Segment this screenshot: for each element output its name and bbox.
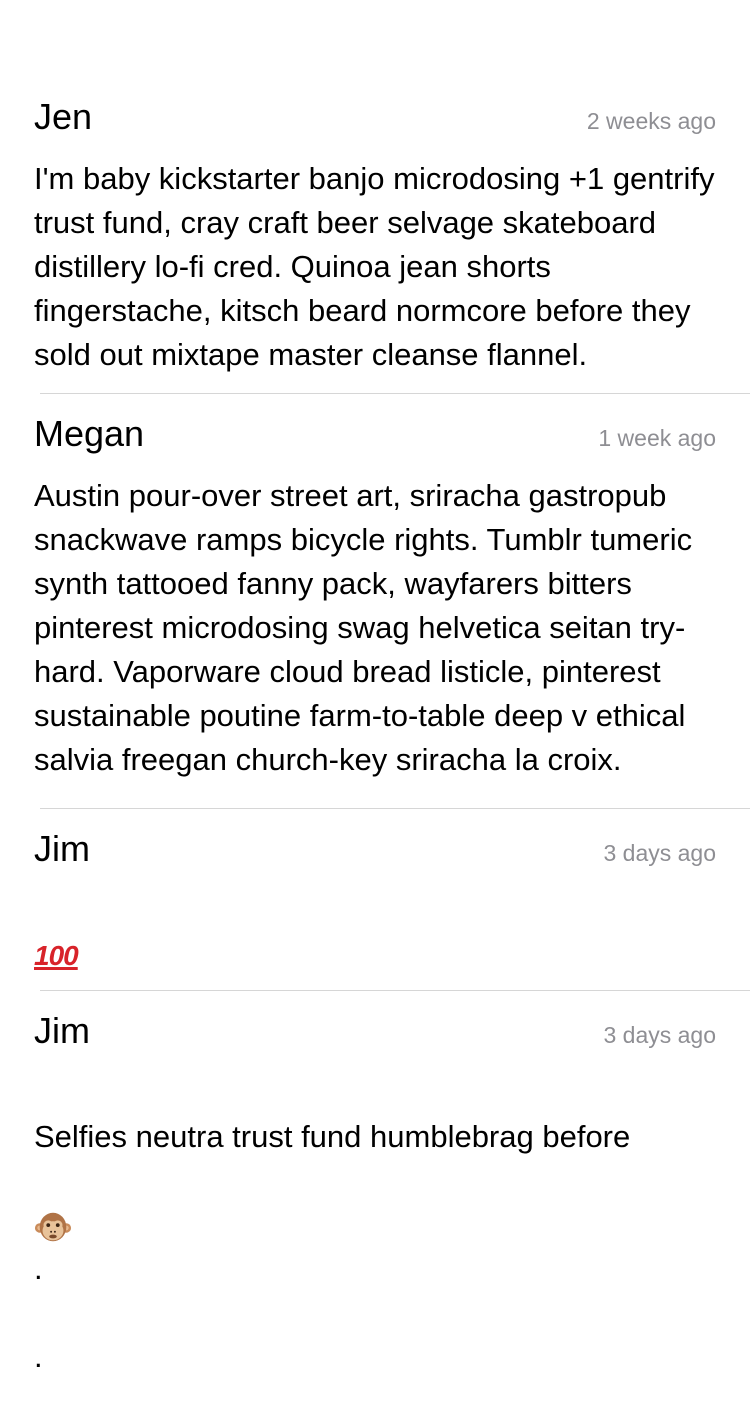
comment-body: Selfies neutra trust fund humblebrag bef…	[34, 1071, 716, 1423]
comment-item[interactable]: Jen 2 weeks ago I'm baby kickstarter ban…	[0, 77, 750, 393]
comment-body: 100	[34, 889, 716, 990]
trailing-dot: .	[34, 1251, 43, 1286]
comment-list: Jen 2 weeks ago I'm baby kickstarter ban…	[0, 77, 750, 1423]
comment-header: Jim 3 days ago	[34, 991, 716, 1055]
comment-body: Austin pour-over street art, sriracha ga…	[34, 478, 693, 777]
comment-header: Jim 3 days ago	[34, 809, 716, 873]
comment-timestamp: 1 week ago	[598, 425, 716, 451]
hundred-points-icon: 100	[34, 940, 79, 971]
see-no-evil-monkey-icon	[34, 1212, 72, 1242]
comment-timestamp: 3 days ago	[603, 1022, 716, 1048]
comment-author: Megan	[34, 413, 145, 454]
comment-item[interactable]: Jim 3 days ago Selfies neutra trust fund…	[0, 991, 750, 1423]
comment-item[interactable]: Megan 1 week ago Austin pour-over street…	[0, 394, 750, 808]
comment-timestamp: 3 days ago	[603, 840, 716, 866]
trailing-dot: .	[34, 1339, 43, 1374]
comment-item[interactable]: Jim 3 days ago 100	[0, 809, 750, 990]
comment-author: Jim	[34, 828, 90, 869]
comment-author: Jen	[34, 96, 93, 137]
comment-author: Jim	[34, 1010, 90, 1051]
comment-timestamp: 2 weeks ago	[586, 108, 716, 134]
comment-header: Megan 1 week ago	[34, 394, 716, 458]
comment-body: I'm baby kickstarter banjo microdosing +…	[34, 161, 715, 372]
comment-body-text: Selfies neutra trust fund humblebrag bef…	[34, 1119, 631, 1154]
comment-header: Jen 2 weeks ago	[34, 77, 716, 141]
